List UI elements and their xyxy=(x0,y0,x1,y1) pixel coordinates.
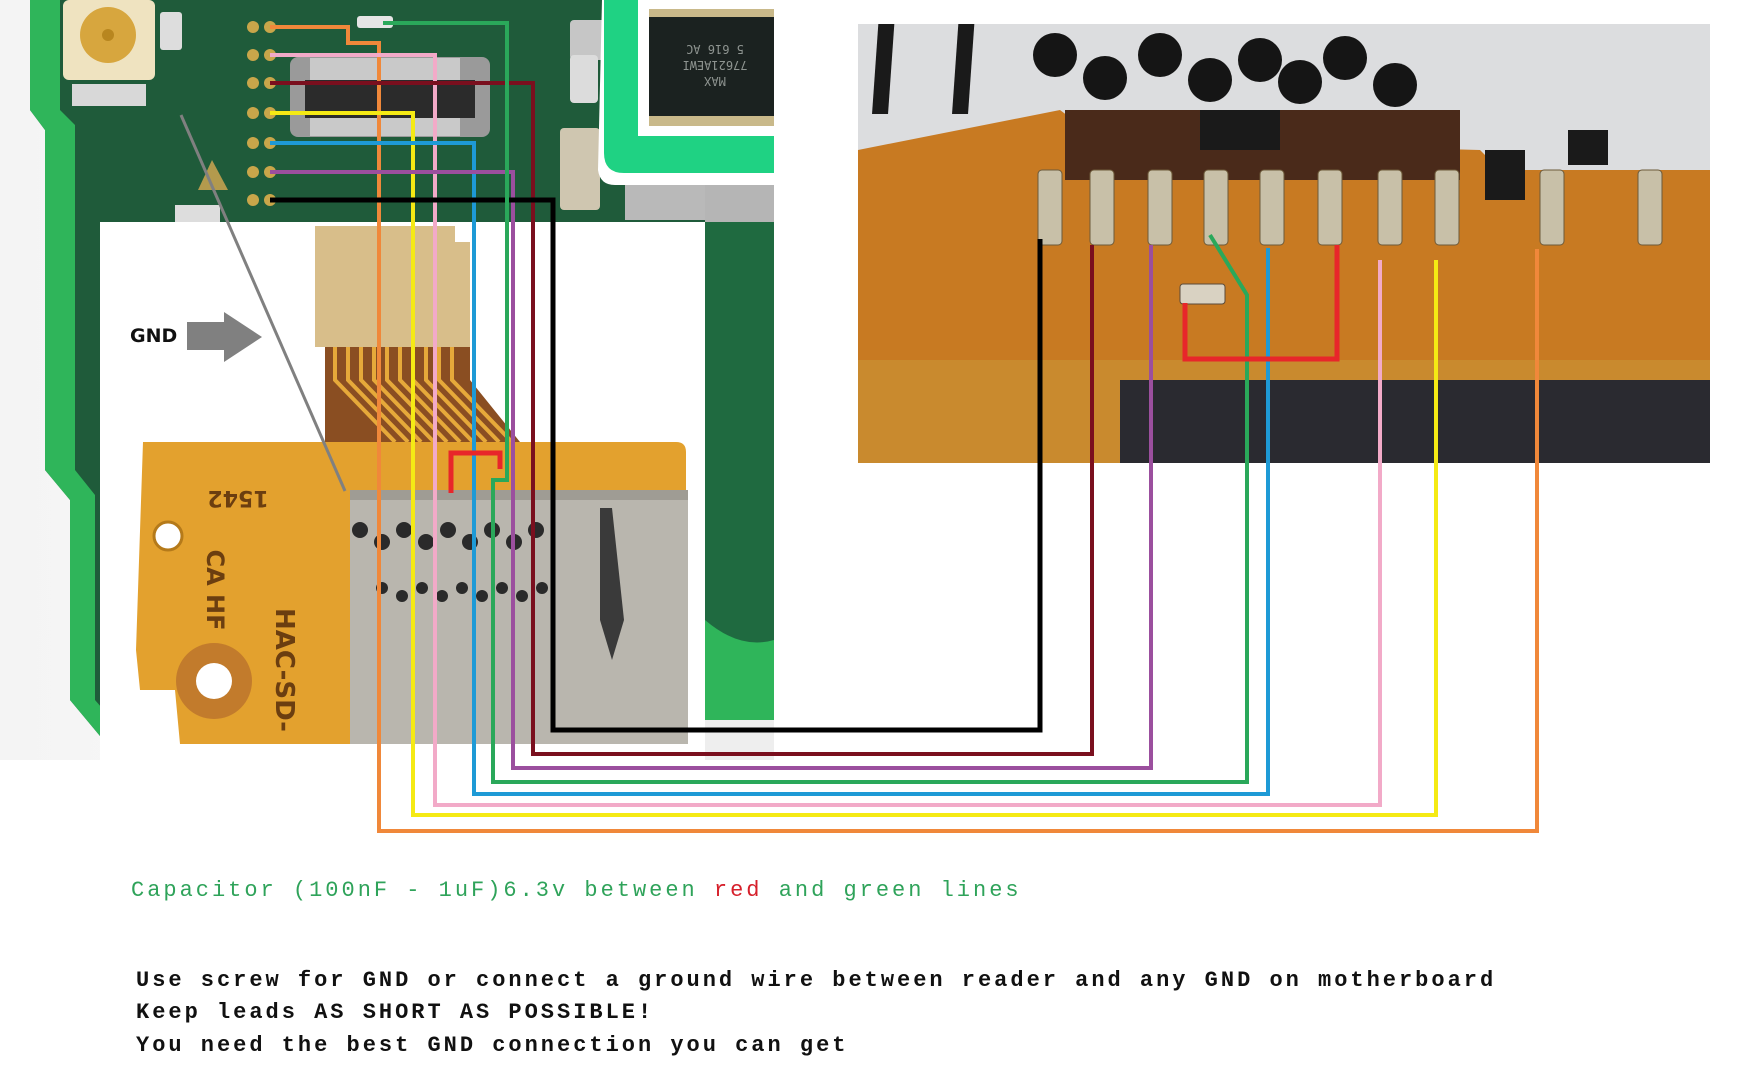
slot-contact-hole xyxy=(436,590,448,602)
chip-marking: 77621AEWI xyxy=(682,58,747,72)
slot-contact-hole xyxy=(496,582,508,594)
screw-hole-center xyxy=(196,663,232,699)
silkscreen-date: 1542 xyxy=(207,485,268,510)
slot-contact-hole xyxy=(396,590,408,602)
closeup-pin xyxy=(1203,169,1229,246)
closeup-pin xyxy=(1539,169,1565,246)
slot-contact-hole xyxy=(440,522,456,538)
silkscreen-board-id: HAC-SD- xyxy=(269,608,299,732)
smd-component xyxy=(560,128,600,210)
slot-contact-hole xyxy=(396,522,412,538)
closeup-pin xyxy=(1637,169,1663,246)
mount-hole xyxy=(152,520,184,552)
slot-contact-hole xyxy=(352,522,368,538)
gnd-note-line-2: Keep leads AS SHORT AS POSSIBLE! xyxy=(136,1000,655,1025)
smd-component xyxy=(625,185,705,220)
test-pad xyxy=(247,166,259,178)
chip: MAX 77621AEWI 5 616 AC xyxy=(649,9,774,126)
closeup-contact-hole xyxy=(1083,56,1127,100)
slot-contact-hole xyxy=(456,582,468,594)
slot-contact-hole xyxy=(374,534,390,550)
capacitor-note-text: Capacitor (100nF - 1uF)6.3v between xyxy=(131,878,714,903)
test-pad xyxy=(247,107,259,119)
wiring-diagram: MAX 77621AEWI 5 616 AC 1542 CA HF HAC-SD… xyxy=(0,0,1710,833)
chip-marking: MAX xyxy=(703,74,725,88)
slot-contact-hole xyxy=(528,522,544,538)
gnd-note-line-1: Use screw for GND or connect a ground wi… xyxy=(136,968,1497,993)
capacitor-note-text-end: and green lines xyxy=(762,878,1022,903)
test-pad xyxy=(247,194,259,206)
closeup-pin xyxy=(1317,169,1343,246)
slot-contact-hole xyxy=(416,582,428,594)
closeup-pin xyxy=(1089,169,1115,246)
slot-contact-hole xyxy=(536,582,548,594)
board-connector xyxy=(290,57,490,137)
smd-component xyxy=(175,205,220,223)
capacitor-note: Capacitor (100nF - 1uF)6.3v between red … xyxy=(131,878,1022,904)
flex-pad xyxy=(315,226,470,347)
test-pad xyxy=(247,49,259,61)
slot-contact-hole xyxy=(476,590,488,602)
slot-contact-hole xyxy=(516,590,528,602)
closeup-contact-hole xyxy=(1238,38,1282,82)
closeup-contact-hole xyxy=(1033,33,1077,77)
closeup-contact-hole xyxy=(1278,60,1322,104)
gnd-label: GND xyxy=(130,325,178,347)
closeup-contact-hole xyxy=(1323,36,1367,80)
closeup-pin xyxy=(1037,169,1063,246)
closeup-pin xyxy=(1147,169,1173,246)
closeup-contact-hole xyxy=(1373,63,1417,107)
silkscreen-code: CA HF xyxy=(201,549,229,630)
gnd-note-line-3: You need the best GND connection you can… xyxy=(136,1033,849,1058)
smd-component xyxy=(570,55,598,103)
test-pad xyxy=(247,21,259,33)
test-pad xyxy=(247,137,259,149)
capacitor-note-red-word: red xyxy=(713,878,763,903)
closeup-capacitor xyxy=(1179,283,1226,305)
slot-contact-hole xyxy=(418,534,434,550)
sd-closeup-photo xyxy=(858,24,1710,463)
closeup-pin xyxy=(1377,169,1403,246)
closeup-pin xyxy=(1434,169,1460,246)
closeup-pin xyxy=(1259,169,1285,246)
closeup-contact-hole xyxy=(1138,33,1182,77)
closeup-contact-hole xyxy=(1188,58,1232,102)
closeup-foam xyxy=(1120,380,1710,463)
test-pad xyxy=(247,77,259,89)
chip-marking: 5 616 AC xyxy=(686,42,744,56)
